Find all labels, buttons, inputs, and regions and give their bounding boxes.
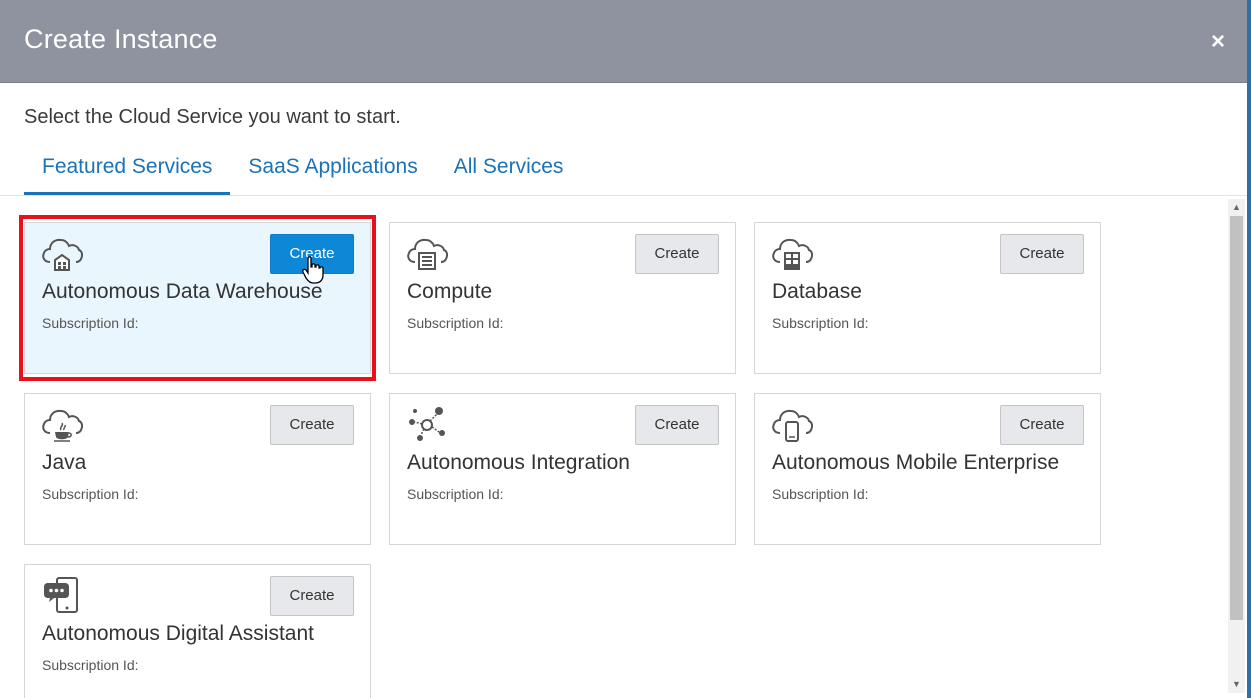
create-button-compute[interactable]: Create [635,234,719,274]
create-button-autonomous-digital-assistant[interactable]: Create [270,576,354,616]
scroll-up-arrow-icon[interactable]: ▲ [1228,199,1245,216]
instruction-text: Select the Cloud Service you want to sta… [24,106,401,128]
tab-saas-applications[interactable]: SaaS Applications [230,150,435,195]
subscription-id-label: Subscription Id: [42,657,139,673]
scrollbar-thumb[interactable] [1230,216,1243,620]
service-card-java[interactable]: Create Java Subscription Id: [24,393,371,545]
service-name: Autonomous Integration [407,451,630,474]
chat-assistant-icon [44,577,78,613]
dialog-header: Create Instance × [0,0,1247,83]
create-button-autonomous-mobile-enterprise[interactable]: Create [1000,405,1084,445]
cloud-compute-icon [407,238,448,270]
service-card-autonomous-data-warehouse[interactable]: Create Autonomous Data Warehouse Subscri… [24,222,371,374]
dialog-title: Create Instance [24,24,218,54]
create-button-database[interactable]: Create [1000,234,1084,274]
scroll-down-arrow-icon[interactable]: ▼ [1228,676,1245,693]
service-name: Java [42,451,87,474]
create-instance-dialog: Create Instance × Select the Cloud Servi… [0,0,1251,698]
subscription-id-label: Subscription Id: [772,315,869,331]
subscription-id-label: Subscription Id: [407,315,504,331]
service-card-autonomous-integration[interactable]: Create Autonomous Integration Subscripti… [389,393,736,545]
cloud-mobile-icon [772,409,813,442]
close-icon[interactable]: × [1206,30,1230,54]
service-card-compute[interactable]: Create Compute Subscription Id: [389,222,736,374]
tab-featured-services[interactable]: Featured Services [24,150,231,195]
service-name: Database [772,280,862,303]
create-button-autonomous-integration[interactable]: Create [635,405,719,445]
subscription-id-label: Subscription Id: [42,315,139,331]
service-tabs: Featured Services SaaS Applications All … [24,150,581,195]
create-button-java[interactable]: Create [270,405,354,445]
service-name: Autonomous Digital Assistant [42,622,314,645]
subscription-id-label: Subscription Id: [772,486,869,502]
vertical-scrollbar[interactable]: ▲ ▼ [1228,199,1245,693]
service-card-autonomous-digital-assistant[interactable]: Create Autonomous Digital Assistant Subs… [24,564,371,698]
cloud-java-icon [42,409,83,442]
integration-network-icon [409,407,445,441]
service-card-autonomous-mobile-enterprise[interactable]: Create Autonomous Mobile Enterprise Subs… [754,393,1101,545]
service-name: Autonomous Mobile Enterprise [772,451,1060,474]
tab-all-services[interactable]: All Services [436,150,582,195]
service-name: Compute [407,280,493,303]
subscription-id-label: Subscription Id: [407,486,504,502]
cloud-database-icon [772,238,813,270]
subscription-id-label: Subscription Id: [42,486,139,502]
cloud-warehouse-icon [42,238,83,271]
hand-pointer-icon [302,256,324,284]
service-name: Autonomous Data Warehouse [42,280,323,303]
service-card-database[interactable]: Create Database Subscription Id: [754,222,1101,374]
service-card-grid: Create Autonomous Data Warehouse Subscri… [0,196,1228,698]
